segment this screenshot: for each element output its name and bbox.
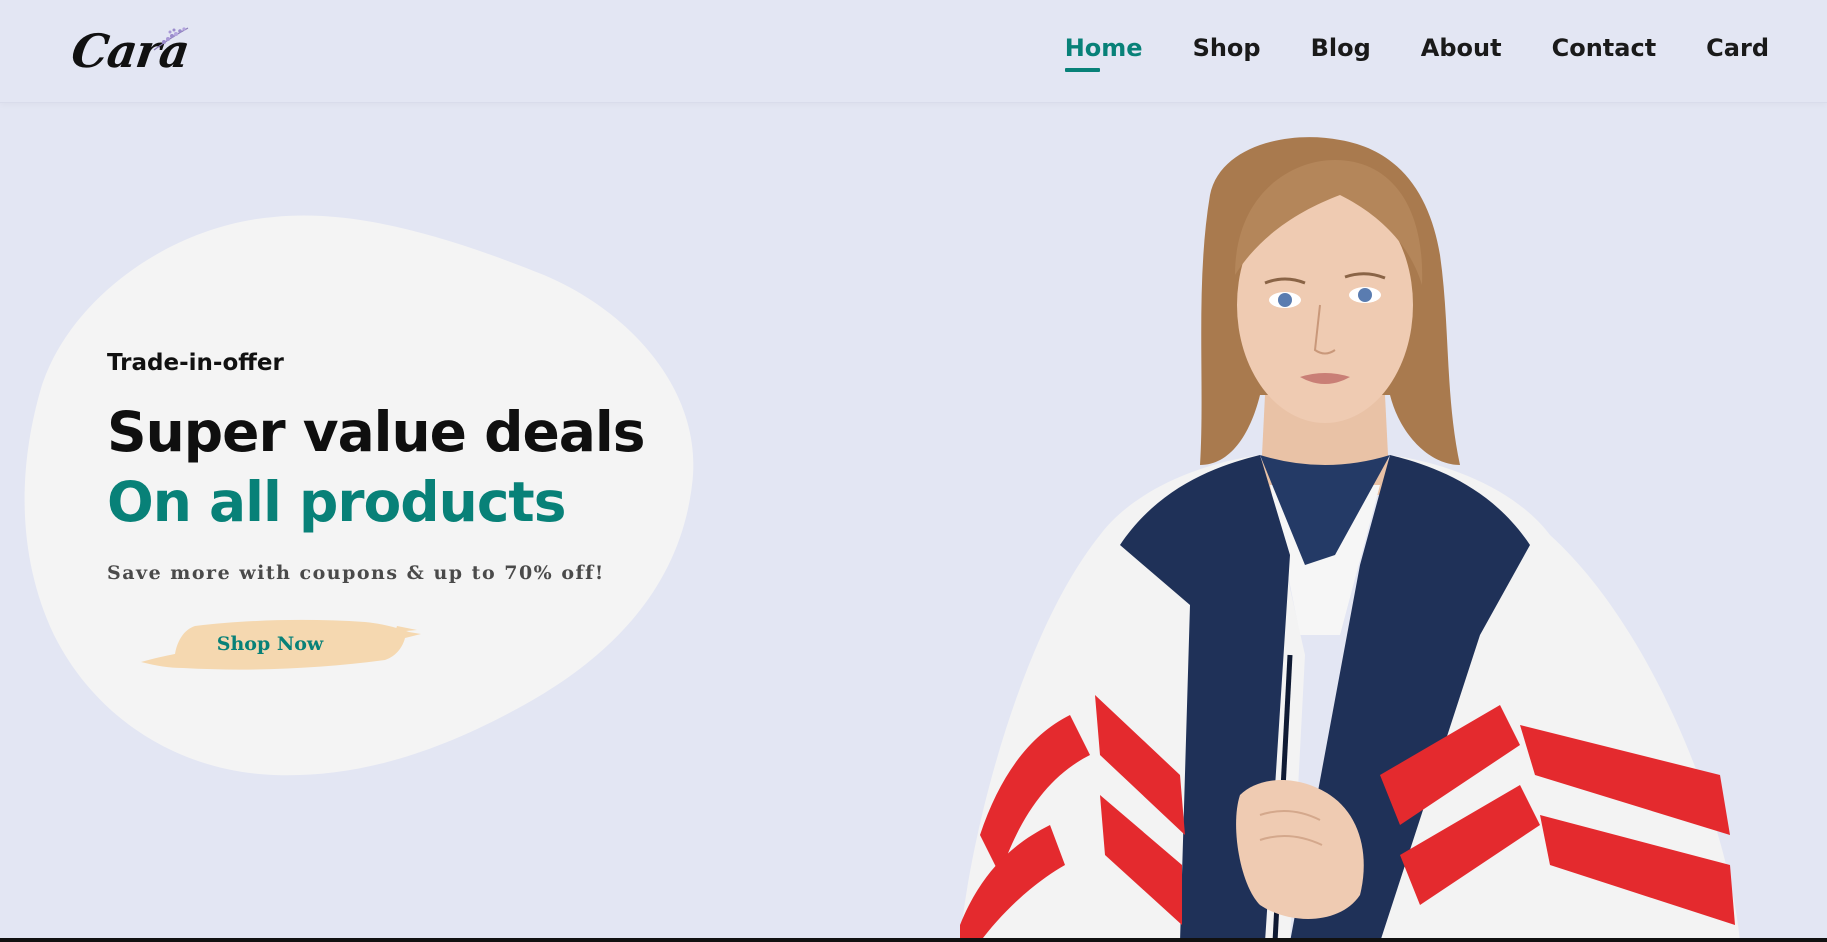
- shop-now-label: Shop Now: [216, 633, 324, 655]
- hero-model-image: [960, 137, 1740, 942]
- bottom-divider: [0, 938, 1827, 942]
- nav-shop[interactable]: Shop: [1193, 34, 1261, 62]
- nav-about[interactable]: About: [1421, 34, 1502, 62]
- hero-subheadline: On all products: [107, 470, 566, 534]
- nav-card[interactable]: Card: [1706, 34, 1769, 62]
- nav-home[interactable]: Home: [1064, 34, 1143, 72]
- brand-logo[interactable]: Cara: [68, 20, 202, 80]
- hero-tagline: Save more with coupons & up to 70% off!: [107, 562, 605, 584]
- nav-blog[interactable]: Blog: [1311, 34, 1371, 62]
- site-header: Cara Home Shop Blog About Contact Card: [0, 0, 1827, 103]
- shop-now-button[interactable]: Shop Now: [135, 612, 425, 680]
- hero-eyebrow: Trade-in-offer: [107, 350, 284, 376]
- hero-headline: Super value deals: [107, 400, 646, 464]
- main-nav: Home Shop Blog About Contact Card: [1064, 34, 1769, 72]
- lavender-sprig-icon: [153, 27, 189, 51]
- nav-contact[interactable]: Contact: [1552, 34, 1657, 62]
- page: Cara Home Shop Blog About Contact Card T…: [0, 0, 1827, 942]
